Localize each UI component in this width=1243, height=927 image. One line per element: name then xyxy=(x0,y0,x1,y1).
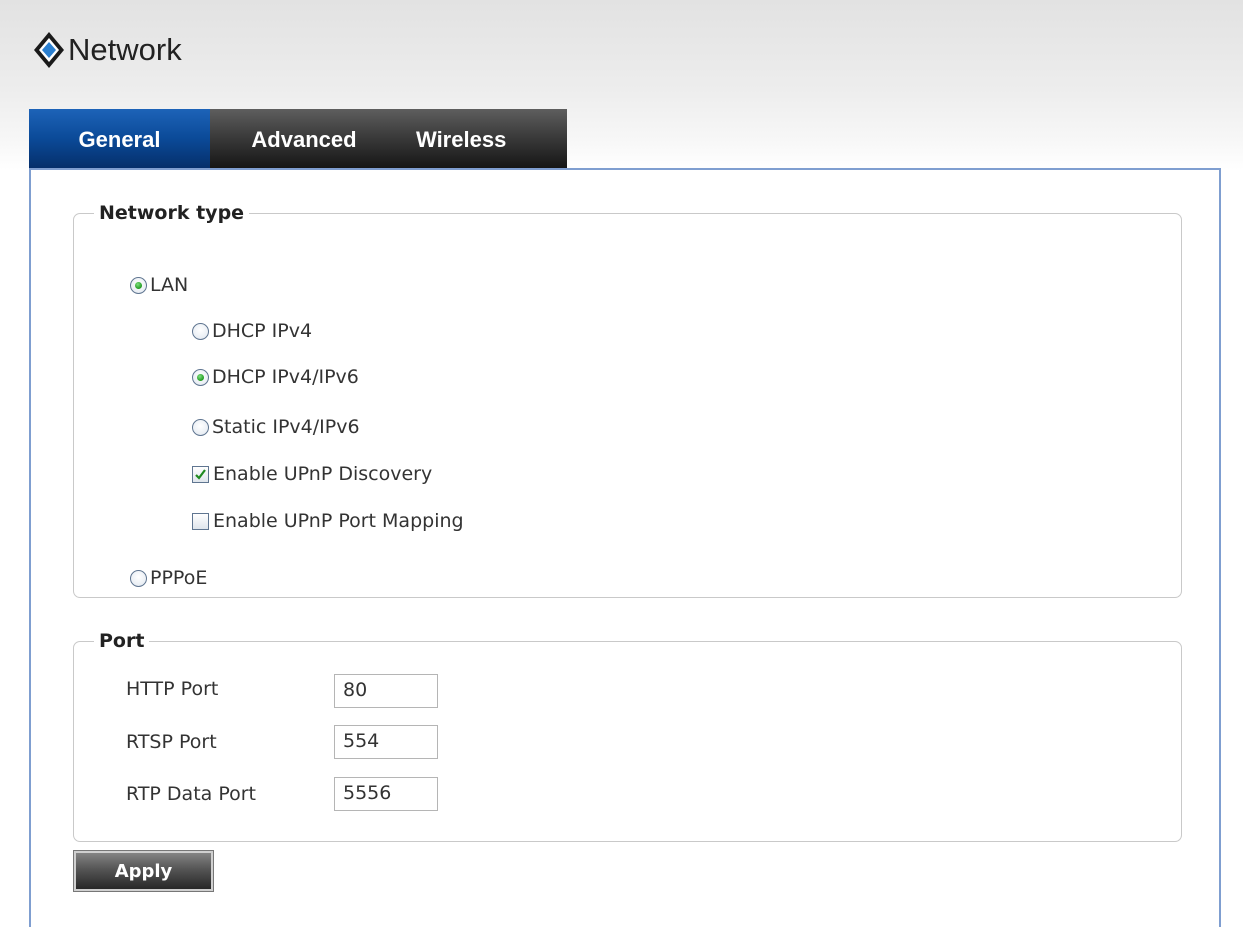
dhcp-ipv4-radio[interactable] xyxy=(192,322,209,340)
tab-advanced[interactable]: Advanced xyxy=(210,109,398,168)
upnp-port-mapping-option: Enable UPnP Port Mapping xyxy=(192,510,464,532)
apply-button[interactable]: Apply xyxy=(73,850,214,892)
network-settings-page: Network General Advanced Wireless Networ… xyxy=(0,0,1243,927)
pppoe-label: PPPoE xyxy=(150,567,208,589)
static-ipv4-ipv6-label: Static IPv4/IPv6 xyxy=(212,416,360,438)
rtp-data-port-label: RTP Data Port xyxy=(126,783,256,805)
page-title: Network xyxy=(32,30,182,70)
network-logo-icon xyxy=(34,32,64,68)
dhcp-ipv4-option: DHCP IPv4 xyxy=(192,320,312,342)
page-title-text: Network xyxy=(68,32,182,67)
checkmark-icon xyxy=(195,468,206,480)
port-legend: Port xyxy=(99,630,145,652)
tab-wireless[interactable]: Wireless xyxy=(398,109,567,168)
network-type-legend: Network type xyxy=(99,202,245,224)
rtp-data-port-input[interactable]: 5556 xyxy=(334,777,438,811)
dhcp-ipv4-ipv6-option: DHCP IPv4/IPv6 xyxy=(192,366,359,388)
dhcp-ipv4-ipv6-radio[interactable] xyxy=(192,368,209,386)
dhcp-ipv4-ipv6-label: DHCP IPv4/IPv6 xyxy=(212,366,359,388)
lan-option: LAN xyxy=(130,274,188,296)
lan-label: LAN xyxy=(150,274,189,296)
http-port-label: HTTP Port xyxy=(126,678,219,700)
static-ipv4-ipv6-option: Static IPv4/IPv6 xyxy=(192,416,360,438)
upnp-discovery-label: Enable UPnP Discovery xyxy=(213,463,433,485)
tab-bar: General Advanced Wireless xyxy=(29,109,567,168)
rtsp-port-input[interactable]: 554 xyxy=(334,725,438,759)
pppoe-option: PPPoE xyxy=(130,567,207,589)
network-type-group: Network type LAN DHCP IPv4 DHCP IPv4/IPv… xyxy=(73,202,1182,598)
general-tab-panel: Network type LAN DHCP IPv4 DHCP IPv4/IPv… xyxy=(29,168,1221,927)
port-group: Port HTTP Port 80 RTSP Port 554 RTP Data… xyxy=(73,630,1182,842)
tab-general[interactable]: General xyxy=(29,109,210,168)
static-ipv4-ipv6-radio[interactable] xyxy=(192,418,209,436)
upnp-port-mapping-checkbox[interactable] xyxy=(192,512,209,530)
http-port-input[interactable]: 80 xyxy=(334,674,438,708)
upnp-discovery-checkbox[interactable] xyxy=(192,465,209,483)
upnp-discovery-option: Enable UPnP Discovery xyxy=(192,463,432,485)
dhcp-ipv4-label: DHCP IPv4 xyxy=(212,320,313,342)
rtsp-port-label: RTSP Port xyxy=(126,731,217,753)
upnp-port-mapping-label: Enable UPnP Port Mapping xyxy=(213,510,464,532)
lan-radio[interactable] xyxy=(130,276,147,294)
pppoe-radio[interactable] xyxy=(130,569,147,587)
